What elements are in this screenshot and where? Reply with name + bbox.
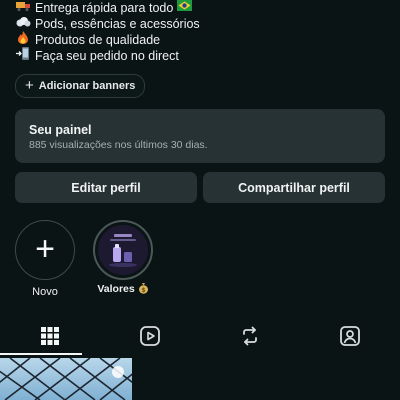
- bio-line-delivery: Entrega rápida para todo: [15, 0, 385, 16]
- plus-icon: +: [25, 77, 34, 94]
- profile-tabs: [0, 319, 400, 355]
- plus-icon: +: [35, 229, 55, 268]
- tab-grid[interactable]: [0, 319, 100, 353]
- add-banners-label: Adicionar banners: [38, 80, 136, 92]
- dashboard-panel[interactable]: Seu painel 885 visualizações nos últimos…: [15, 109, 385, 163]
- post-thumbnail[interactable]: [0, 358, 132, 400]
- highlight-label: Valores $: [92, 282, 154, 295]
- tab-reposts[interactable]: [200, 319, 300, 353]
- share-profile-button[interactable]: Compartilhar perfil: [203, 172, 385, 203]
- phone-arrow-icon: [15, 47, 31, 65]
- tagged-icon: [340, 326, 360, 346]
- new-highlight-circle[interactable]: +: [15, 220, 75, 280]
- tab-reels[interactable]: [100, 319, 200, 353]
- tab-tagged[interactable]: [300, 319, 400, 353]
- brazil-flag-icon: [177, 0, 193, 16]
- svg-text:$: $: [141, 287, 145, 294]
- bio-line-order: Faça seu pedido no direct: [15, 47, 385, 65]
- reels-icon: [140, 326, 160, 346]
- bio-text: Pods, essências e acessórios: [35, 17, 200, 31]
- bio-line-products: Pods, essências e acessórios: [15, 16, 385, 32]
- reposts-icon: [243, 326, 257, 346]
- highlight-cover-ring[interactable]: [93, 220, 153, 280]
- highlight-cover-image: [98, 225, 148, 275]
- highlight-label-text: Valores: [97, 283, 135, 295]
- active-tab-indicator: [0, 353, 82, 355]
- add-banners-button[interactable]: + Adicionar banners: [15, 74, 146, 98]
- grid-icon: [41, 327, 59, 345]
- highlight-values[interactable]: Valores $: [92, 220, 154, 295]
- truck-icon: [15, 0, 31, 17]
- money-bag-icon: $: [138, 283, 149, 295]
- highlight-new[interactable]: + Novo: [14, 220, 76, 298]
- bio-line-quality: Produtos de qualidade: [15, 31, 385, 48]
- highlight-label: Novo: [32, 286, 58, 298]
- dashboard-title: Seu painel: [29, 123, 92, 137]
- bio-text: Produtos de qualidade: [35, 33, 161, 47]
- edit-profile-button[interactable]: Editar perfil: [15, 172, 197, 203]
- bio-text: Entrega rápida para todo: [35, 1, 174, 15]
- dashboard-views: 885 visualizações nos últimos 30 dias.: [29, 139, 208, 151]
- bio-text: Faça seu pedido no direct: [35, 49, 179, 63]
- vapor-cloud-icon: [15, 16, 31, 33]
- profile-bio: Entrega rápida para todo Pods, essências…: [15, 0, 385, 64]
